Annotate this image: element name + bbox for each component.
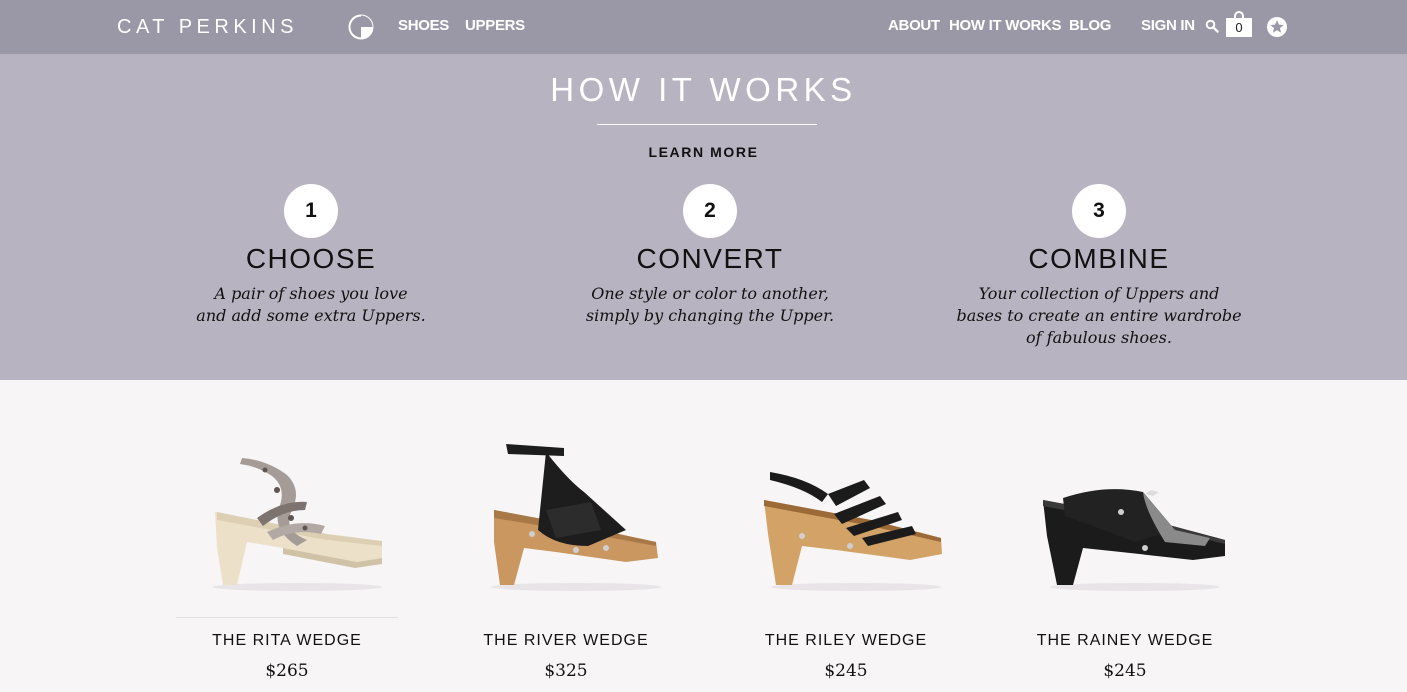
step-number-badge: 3 — [1072, 184, 1126, 238]
step-title: CHOOSE — [245, 243, 377, 274]
product-name[interactable]: THE RIVER WEDGE — [455, 631, 677, 651]
step-convert: 2 CONVERT One style or color to another,… — [550, 184, 870, 327]
product-price: $245 — [1103, 661, 1147, 681]
step-number-badge: 1 — [284, 184, 338, 238]
top-nav: CAT PERKINS SHOES UPPERS ABOUT HOW IT WO… — [0, 0, 1407, 54]
section-title: HOW IT WORKS — [550, 71, 857, 108]
nav-link-how-it-works[interactable]: HOW IT WORKS — [949, 17, 1062, 35]
product-name[interactable]: THE RILEY WEDGE — [735, 631, 957, 651]
step-desc-line: of fabulous shoes. — [1026, 328, 1172, 347]
search-icon[interactable] — [1205, 19, 1219, 33]
nav-link-blog[interactable]: BLOG — [1069, 17, 1111, 35]
step-desc-line: Your collection of Uppers and — [978, 284, 1220, 303]
product-card-rita[interactable]: THE RITA WEDGE $265 — [176, 430, 398, 681]
product-card-rainey[interactable]: THE RAINEY WEDGE $245 — [1014, 430, 1236, 681]
brand-logo[interactable]: CAT PERKINS — [117, 15, 298, 39]
product-price: $245 — [824, 661, 868, 681]
nav-link-uppers[interactable]: UPPERS — [465, 17, 525, 35]
shoe-image — [1043, 489, 1225, 591]
product-price: $325 — [544, 661, 588, 681]
step-description: One style or color to another, simply by… — [550, 283, 870, 327]
shoe-image — [491, 444, 661, 591]
nav-link-shoes[interactable]: SHOES — [398, 17, 449, 35]
step-description: Your collection of Uppers and bases to c… — [939, 283, 1259, 349]
shoe-image — [212, 458, 382, 591]
step-combine: 3 COMBINE Your collection of Uppers and … — [939, 184, 1259, 349]
learn-more-link[interactable]: LEARN MORE — [648, 144, 758, 160]
step-desc-line: A pair of shoes you love — [214, 284, 408, 303]
step-desc-line: simply by changing the Upper. — [585, 306, 835, 325]
logo-mark-icon[interactable] — [348, 14, 374, 40]
step-title: CONVERT — [636, 243, 784, 274]
active-product-underline — [176, 617, 398, 618]
nav-link-about[interactable]: ABOUT — [888, 17, 940, 35]
step-desc-line: and add some extra Uppers. — [196, 306, 426, 325]
step-desc-line: bases to create an entire wardrobe — [956, 306, 1242, 325]
step-choose: 1 CHOOSE A pair of shoes you love and ad… — [151, 184, 471, 327]
product-name[interactable]: THE RITA WEDGE — [176, 631, 398, 651]
sign-in-link[interactable]: SIGN IN — [1141, 17, 1195, 35]
step-number-badge: 2 — [683, 184, 737, 238]
step-desc-line: One style or color to another, — [591, 284, 829, 303]
cart-count: 0 — [1226, 18, 1252, 37]
title-divider — [597, 124, 817, 125]
product-name[interactable]: THE RAINEY WEDGE — [1014, 631, 1236, 651]
shoe-image — [764, 472, 942, 591]
cart-icon[interactable]: 0 — [1226, 11, 1254, 38]
product-card-riley[interactable]: THE RILEY WEDGE $245 — [735, 430, 957, 681]
step-description: A pair of shoes you love and add some ex… — [151, 283, 471, 327]
star-icon[interactable] — [1266, 16, 1288, 38]
product-card-river[interactable]: THE RIVER WEDGE $325 — [455, 430, 677, 681]
product-price: $265 — [265, 661, 309, 681]
step-title: COMBINE — [1028, 243, 1170, 274]
